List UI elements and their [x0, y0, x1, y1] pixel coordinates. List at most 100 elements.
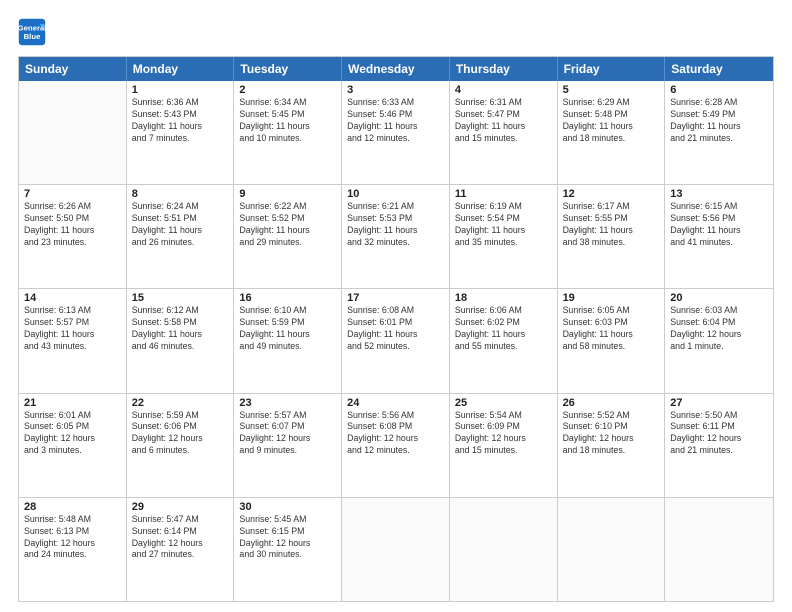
day-number: 14 — [24, 292, 121, 304]
calendar-cell: 26Sunrise: 5:52 AM Sunset: 6:10 PM Dayli… — [558, 394, 666, 497]
cell-info: Sunrise: 6:26 AM Sunset: 5:50 PM Dayligh… — [24, 201, 121, 249]
day-number: 6 — [670, 84, 768, 96]
calendar-cell: 24Sunrise: 5:56 AM Sunset: 6:08 PM Dayli… — [342, 394, 450, 497]
day-number: 13 — [670, 188, 768, 200]
calendar-cell: 6Sunrise: 6:28 AM Sunset: 5:49 PM Daylig… — [665, 81, 773, 184]
cell-info: Sunrise: 6:28 AM Sunset: 5:49 PM Dayligh… — [670, 97, 768, 145]
cell-info: Sunrise: 6:22 AM Sunset: 5:52 PM Dayligh… — [239, 201, 336, 249]
day-number: 24 — [347, 397, 444, 409]
calendar-cell: 17Sunrise: 6:08 AM Sunset: 6:01 PM Dayli… — [342, 289, 450, 392]
logo-icon: General Blue — [18, 18, 46, 46]
calendar-row: 21Sunrise: 6:01 AM Sunset: 6:05 PM Dayli… — [19, 393, 773, 497]
day-number: 15 — [132, 292, 229, 304]
cell-info: Sunrise: 6:21 AM Sunset: 5:53 PM Dayligh… — [347, 201, 444, 249]
calendar-cell: 2Sunrise: 6:34 AM Sunset: 5:45 PM Daylig… — [234, 81, 342, 184]
calendar-cell: 9Sunrise: 6:22 AM Sunset: 5:52 PM Daylig… — [234, 185, 342, 288]
day-number: 10 — [347, 188, 444, 200]
calendar-cell: 3Sunrise: 6:33 AM Sunset: 5:46 PM Daylig… — [342, 81, 450, 184]
calendar-cell: 28Sunrise: 5:48 AM Sunset: 6:13 PM Dayli… — [19, 498, 127, 601]
cell-info: Sunrise: 5:54 AM Sunset: 6:09 PM Dayligh… — [455, 410, 552, 458]
day-number: 25 — [455, 397, 552, 409]
cell-info: Sunrise: 6:05 AM Sunset: 6:03 PM Dayligh… — [563, 305, 660, 353]
calendar-row: 7Sunrise: 6:26 AM Sunset: 5:50 PM Daylig… — [19, 184, 773, 288]
day-number: 23 — [239, 397, 336, 409]
calendar-cell: 15Sunrise: 6:12 AM Sunset: 5:58 PM Dayli… — [127, 289, 235, 392]
cell-info: Sunrise: 6:13 AM Sunset: 5:57 PM Dayligh… — [24, 305, 121, 353]
cell-info: Sunrise: 6:06 AM Sunset: 6:02 PM Dayligh… — [455, 305, 552, 353]
cell-info: Sunrise: 5:47 AM Sunset: 6:14 PM Dayligh… — [132, 514, 229, 562]
calendar-cell: 30Sunrise: 5:45 AM Sunset: 6:15 PM Dayli… — [234, 498, 342, 601]
day-number: 7 — [24, 188, 121, 200]
calendar-cell: 4Sunrise: 6:31 AM Sunset: 5:47 PM Daylig… — [450, 81, 558, 184]
cell-info: Sunrise: 6:15 AM Sunset: 5:56 PM Dayligh… — [670, 201, 768, 249]
day-number: 9 — [239, 188, 336, 200]
calendar-cell: 12Sunrise: 6:17 AM Sunset: 5:55 PM Dayli… — [558, 185, 666, 288]
day-number: 30 — [239, 501, 336, 513]
cell-info: Sunrise: 6:03 AM Sunset: 6:04 PM Dayligh… — [670, 305, 768, 353]
calendar-header-cell: Monday — [127, 57, 235, 81]
cell-info: Sunrise: 5:52 AM Sunset: 6:10 PM Dayligh… — [563, 410, 660, 458]
calendar-cell: 21Sunrise: 6:01 AM Sunset: 6:05 PM Dayli… — [19, 394, 127, 497]
svg-text:Blue: Blue — [24, 32, 42, 41]
cell-info: Sunrise: 6:24 AM Sunset: 5:51 PM Dayligh… — [132, 201, 229, 249]
calendar-cell: 29Sunrise: 5:47 AM Sunset: 6:14 PM Dayli… — [127, 498, 235, 601]
calendar-cell: 18Sunrise: 6:06 AM Sunset: 6:02 PM Dayli… — [450, 289, 558, 392]
calendar-cell: 14Sunrise: 6:13 AM Sunset: 5:57 PM Dayli… — [19, 289, 127, 392]
calendar-cell: 27Sunrise: 5:50 AM Sunset: 6:11 PM Dayli… — [665, 394, 773, 497]
cell-info: Sunrise: 6:10 AM Sunset: 5:59 PM Dayligh… — [239, 305, 336, 353]
calendar-header-cell: Saturday — [665, 57, 773, 81]
cell-info: Sunrise: 5:48 AM Sunset: 6:13 PM Dayligh… — [24, 514, 121, 562]
cell-info: Sunrise: 6:19 AM Sunset: 5:54 PM Dayligh… — [455, 201, 552, 249]
calendar-header-cell: Wednesday — [342, 57, 450, 81]
day-number: 17 — [347, 292, 444, 304]
cell-info: Sunrise: 6:34 AM Sunset: 5:45 PM Dayligh… — [239, 97, 336, 145]
day-number: 27 — [670, 397, 768, 409]
calendar-header-cell: Tuesday — [234, 57, 342, 81]
day-number: 28 — [24, 501, 121, 513]
day-number: 29 — [132, 501, 229, 513]
day-number: 22 — [132, 397, 229, 409]
cell-info: Sunrise: 6:08 AM Sunset: 6:01 PM Dayligh… — [347, 305, 444, 353]
page: General Blue SundayMondayTuesdayWednesda… — [0, 0, 792, 612]
calendar-cell — [19, 81, 127, 184]
calendar-cell: 20Sunrise: 6:03 AM Sunset: 6:04 PM Dayli… — [665, 289, 773, 392]
day-number: 2 — [239, 84, 336, 96]
cell-info: Sunrise: 5:57 AM Sunset: 6:07 PM Dayligh… — [239, 410, 336, 458]
calendar-cell — [342, 498, 450, 601]
calendar-cell: 7Sunrise: 6:26 AM Sunset: 5:50 PM Daylig… — [19, 185, 127, 288]
day-number: 3 — [347, 84, 444, 96]
day-number: 16 — [239, 292, 336, 304]
cell-info: Sunrise: 6:36 AM Sunset: 5:43 PM Dayligh… — [132, 97, 229, 145]
cell-info: Sunrise: 6:33 AM Sunset: 5:46 PM Dayligh… — [347, 97, 444, 145]
calendar-cell: 25Sunrise: 5:54 AM Sunset: 6:09 PM Dayli… — [450, 394, 558, 497]
calendar-row: 28Sunrise: 5:48 AM Sunset: 6:13 PM Dayli… — [19, 497, 773, 601]
day-number: 18 — [455, 292, 552, 304]
calendar-row: 14Sunrise: 6:13 AM Sunset: 5:57 PM Dayli… — [19, 288, 773, 392]
cell-info: Sunrise: 5:59 AM Sunset: 6:06 PM Dayligh… — [132, 410, 229, 458]
cell-info: Sunrise: 5:56 AM Sunset: 6:08 PM Dayligh… — [347, 410, 444, 458]
calendar-header-cell: Sunday — [19, 57, 127, 81]
calendar-cell — [450, 498, 558, 601]
day-number: 21 — [24, 397, 121, 409]
calendar-cell: 1Sunrise: 6:36 AM Sunset: 5:43 PM Daylig… — [127, 81, 235, 184]
day-number: 11 — [455, 188, 552, 200]
calendar-cell: 16Sunrise: 6:10 AM Sunset: 5:59 PM Dayli… — [234, 289, 342, 392]
calendar-header-row: SundayMondayTuesdayWednesdayThursdayFrid… — [19, 57, 773, 81]
cell-info: Sunrise: 6:12 AM Sunset: 5:58 PM Dayligh… — [132, 305, 229, 353]
header: General Blue — [18, 18, 774, 46]
day-number: 1 — [132, 84, 229, 96]
calendar-cell: 13Sunrise: 6:15 AM Sunset: 5:56 PM Dayli… — [665, 185, 773, 288]
calendar-cell: 19Sunrise: 6:05 AM Sunset: 6:03 PM Dayli… — [558, 289, 666, 392]
calendar-cell — [558, 498, 666, 601]
cell-info: Sunrise: 5:50 AM Sunset: 6:11 PM Dayligh… — [670, 410, 768, 458]
calendar-cell: 5Sunrise: 6:29 AM Sunset: 5:48 PM Daylig… — [558, 81, 666, 184]
calendar-cell: 8Sunrise: 6:24 AM Sunset: 5:51 PM Daylig… — [127, 185, 235, 288]
calendar-cell: 10Sunrise: 6:21 AM Sunset: 5:53 PM Dayli… — [342, 185, 450, 288]
day-number: 4 — [455, 84, 552, 96]
day-number: 8 — [132, 188, 229, 200]
day-number: 12 — [563, 188, 660, 200]
logo: General Blue — [18, 18, 50, 46]
calendar-cell — [665, 498, 773, 601]
cell-info: Sunrise: 6:29 AM Sunset: 5:48 PM Dayligh… — [563, 97, 660, 145]
day-number: 26 — [563, 397, 660, 409]
